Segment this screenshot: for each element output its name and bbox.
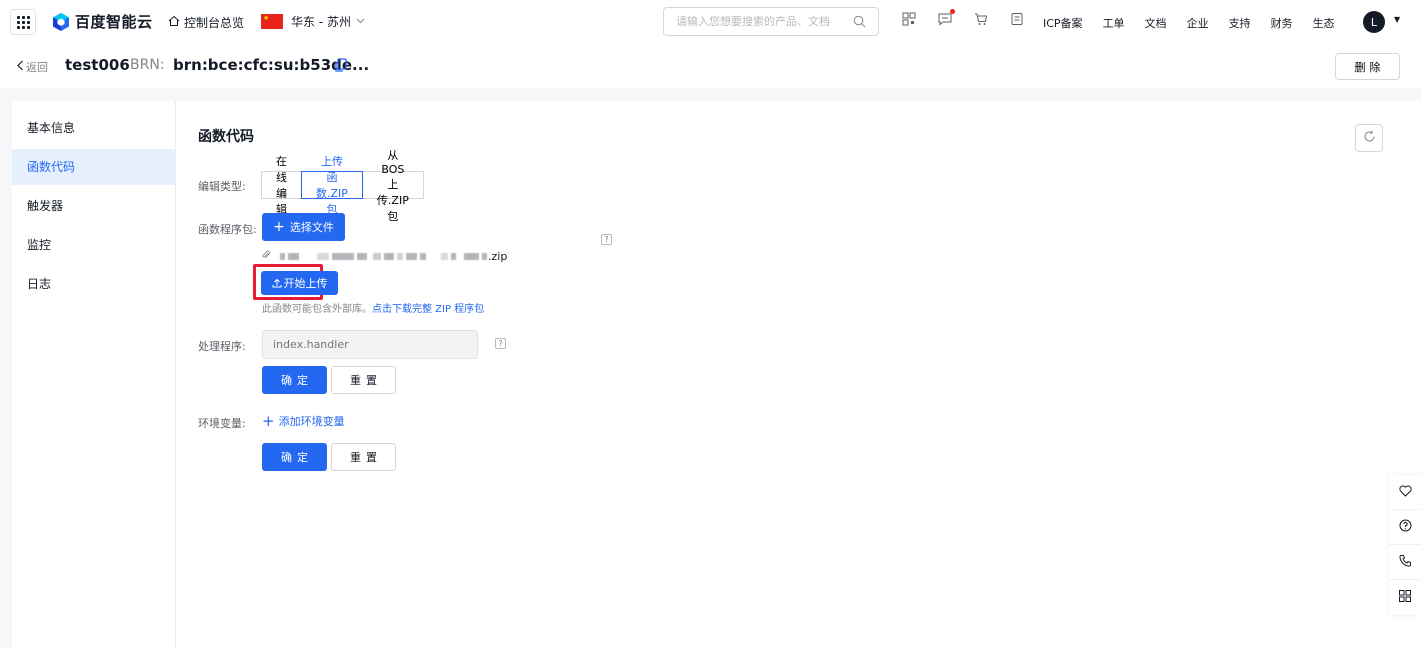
section-title: 函数代码 [198,129,254,145]
edit-type-upload-zip[interactable]: 上传函数.ZIP包 [301,155,363,216]
top-link-support[interactable]: 支持 [1229,15,1251,31]
edit-type-selector: 在线编辑 上传函数.ZIP包 从BOS上传.ZIP包 [261,149,424,223]
add-env-var-link[interactable]: + 添加环境变量 [262,412,345,430]
refresh-icon [1363,130,1376,146]
top-links: ICP备案 工单 文档 企业 支持 财务 生态 [1043,15,1355,31]
package-note-text: 此函数可能包含外部库。 [262,304,372,315]
message-icon[interactable] [938,9,955,26]
top-link-enterprise[interactable]: 企业 [1187,15,1209,31]
top-link-ecosystem[interactable]: 生态 [1313,15,1335,31]
phone-icon [1398,554,1412,570]
function-name: test006 [65,56,130,74]
handler-input[interactable] [262,330,478,359]
sidebar-item-triggers[interactable]: 触发器 [12,188,175,224]
package-note: 此函数可能包含外部库。点击下载完整 ZIP 程序包 [262,300,484,315]
edit-type-bos-zip[interactable]: 从BOS上传.ZIP包 [361,149,424,223]
refresh-button[interactable] [1355,124,1383,152]
unread-dot [950,9,955,14]
home-icon [168,15,180,30]
question-circle-icon [1399,519,1412,535]
apps-grid-icon [1399,590,1411,605]
top-link-finance[interactable]: 财务 [1271,15,1293,31]
top-link-ticket[interactable]: 工单 [1103,15,1125,31]
billing-icon[interactable] [1010,12,1024,26]
start-upload-label: 开始上传 [283,277,328,290]
top-link-icp[interactable]: ICP备案 [1043,15,1083,31]
handler-help-icon[interactable]: ? [495,338,506,349]
delete-button[interactable]: 删除 [1335,53,1400,80]
upload-highlight-box: 开始上传 [253,264,338,300]
favorite-button[interactable] [1389,475,1421,510]
file-extension: .zip [488,250,508,263]
copy-icon[interactable] [335,58,347,75]
top-icon-group [902,9,1046,26]
region-selector[interactable]: 华东 - 苏州 [261,13,365,30]
heart-icon [1398,484,1412,500]
global-search [663,7,879,36]
handler-confirm-button[interactable]: 确定 [262,366,327,394]
download-zip-link[interactable]: 点击下载完整 ZIP 程序包 [372,304,484,315]
sidebar-item-monitor[interactable]: 监控 [12,227,175,263]
function-header: 返回 test006 BRN: brn:bce:cfc:su:b53de... … [0,44,1421,88]
back-link[interactable]: 返回 [16,59,48,75]
product-menu-button[interactable] [10,9,36,35]
search-input[interactable] [676,15,846,28]
top-link-docs[interactable]: 文档 [1145,15,1167,31]
contact-button[interactable] [1389,545,1421,580]
env-reset-button[interactable]: 重置 [331,443,396,471]
selected-file: .zip [262,250,507,263]
plus-icon: + [273,219,285,235]
back-label: 返回 [26,61,48,74]
plus-icon: + [262,412,275,430]
qrcode-icon[interactable] [902,12,916,26]
avatar[interactable]: L [1363,11,1385,33]
chevron-left-icon [16,59,24,75]
main-panel: 基本信息 函数代码 触发器 监控 日志 函数代码 编辑类型: 在线编辑 上传函数… [12,101,1421,648]
package-label: 函数程序包: [198,223,257,236]
region-label: 华东 - 苏州 [291,15,351,29]
floating-toolbar [1389,475,1421,615]
sidebar-item-basic-info[interactable]: 基本信息 [12,110,175,146]
cloud-logo-icon [52,12,70,32]
add-env-label: 添加环境变量 [278,415,345,428]
edit-type-online[interactable]: 在线编辑 [261,155,302,216]
grid-menu-icon [16,15,30,29]
china-flag-icon [261,14,283,29]
help-button[interactable] [1389,510,1421,545]
brn-label: BRN: [130,57,165,73]
console-home-link[interactable]: 控制台总览 [168,14,244,31]
choose-file-label: 选择文件 [289,221,334,234]
env-label: 环境变量: [198,417,246,430]
handler-reset-button[interactable]: 重置 [331,366,396,394]
upload-icon [272,278,282,288]
top-navigation-bar: 百度智能云 控制台总览 华东 - 苏州 IC [0,0,1421,44]
sidebar-item-function-code[interactable]: 函数代码 [12,149,175,185]
console-home-label: 控制台总览 [184,16,245,30]
package-help-icon[interactable]: ? [601,234,612,245]
start-upload-button[interactable]: 开始上传 [261,271,338,295]
caret-down-icon[interactable]: ▼ [1394,15,1400,24]
apps-button[interactable] [1389,580,1421,615]
sidebar-item-logs[interactable]: 日志 [12,266,175,302]
env-confirm-button[interactable]: 确定 [262,443,327,471]
cart-icon[interactable] [974,12,988,26]
brand-name: 百度智能云 [75,13,153,31]
brand-logo[interactable]: 百度智能云 [52,11,153,32]
handler-label: 处理程序: [198,340,246,353]
choose-file-button[interactable]: + 选择文件 [262,213,345,241]
function-sidebar: 基本信息 函数代码 触发器 监控 日志 [12,101,176,648]
chevron-down-icon [356,16,365,27]
paperclip-icon [262,250,270,263]
edit-type-label: 编辑类型: [198,180,246,193]
search-icon[interactable] [853,15,866,31]
